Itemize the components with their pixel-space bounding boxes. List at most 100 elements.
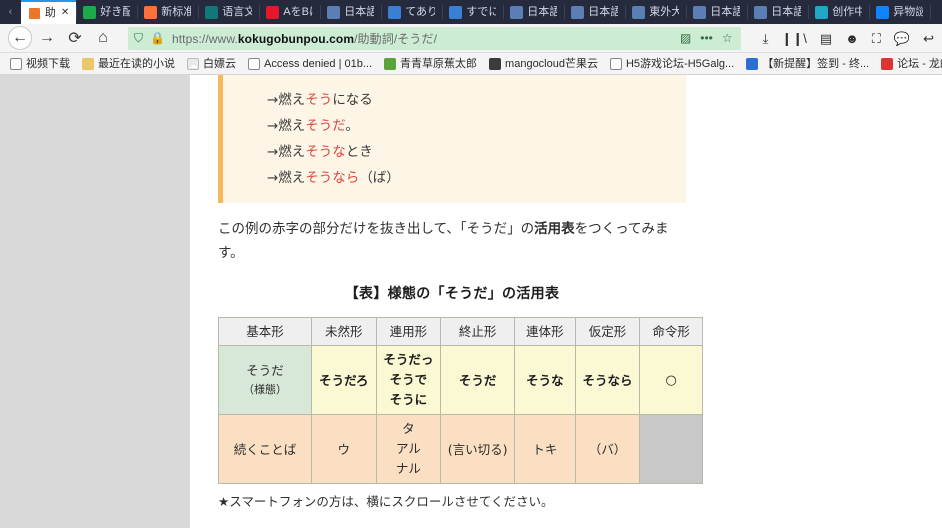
intro-text-1: この例の赤字の部分だけを抜き出して、「そうだ」の (218, 221, 535, 237)
smartphone-note: ★スマートフォンの方は、横にスクロールさせてください。 (218, 494, 554, 509)
table-row-forms: そうだ （様態） そうだろ そうだっ そうで そうに そうだ そうな そうなら … (218, 345, 703, 415)
screenshot-icon[interactable]: ⛶ (872, 32, 881, 45)
dragon-icon (881, 57, 894, 70)
example-line-prefix: →燃え (267, 170, 306, 186)
page-viewport: →燃えそうである→燃えそうになる→燃えそうだ。→燃えそうなとき→燃えそうなら（ば… (0, 75, 942, 528)
site-blue-icon (754, 5, 768, 19)
library-icon[interactable]: ❙❙\ (781, 32, 806, 45)
bookmark-item-7[interactable]: 【新提醒】签到 - 终... (740, 57, 875, 70)
browser-tab-4[interactable]: AをBに (259, 0, 320, 24)
back-button[interactable]: ← (8, 26, 32, 50)
bookmark-item-5[interactable]: mangocloud芒果云 (483, 57, 604, 70)
address-bar[interactable]: ⛉ 🔒 https://www.kokugobunpou.com/助動詞/そうだ… (128, 26, 741, 50)
browser-tab-6[interactable]: てあり (381, 0, 442, 24)
url-text: https://www.kokugobunpou.com/助動詞/そうだ/ (172, 30, 673, 47)
example-line-suffix: ある (346, 79, 373, 82)
browser-tab-title: 日本語 (527, 6, 558, 18)
tab-scroll-left-button[interactable]: ‹ (0, 0, 21, 24)
renyou-form-1: そうだっ (383, 352, 434, 367)
browser-tab-title: 日本語 (710, 6, 741, 18)
browser-tab-13[interactable]: 创作中 (808, 0, 869, 24)
browser-tab-15[interactable]: iData用 (930, 0, 942, 24)
comment-icon[interactable]: 💬 (894, 32, 910, 45)
qr-code-icon[interactable]: ▨ (680, 32, 691, 44)
browser-tab-11[interactable]: 日本語 (686, 0, 747, 24)
example-line-prefix: →燃え (267, 144, 306, 160)
intro-paragraph: この例の赤字の部分だけを抜き出して、「そうだ」の活用表をつくってみます。 (218, 217, 686, 265)
downloads-icon[interactable]: ⤓ (763, 32, 769, 45)
forum-icon (746, 57, 759, 70)
example-line-suffix: 。 (345, 118, 359, 134)
browser-tab-title: てあり (405, 6, 436, 18)
bookmark-item-8[interactable]: 论坛 - 龙的天空lkong... (875, 57, 942, 70)
browser-tab-12[interactable]: 日本語 (747, 0, 808, 24)
cell-kateikei-form: そうなら (574, 345, 641, 415)
bookmark-item-3[interactable]: ⊕ Access denied | 01b... (242, 57, 378, 70)
home-button[interactable]: ⌂ (90, 26, 116, 50)
cell-renyoukei-form: そうだっ そうで そうに (375, 345, 442, 415)
green-app-icon (83, 5, 97, 19)
browser-tab-title: 助 (44, 7, 56, 19)
example-line-highlight: そうで (305, 79, 345, 82)
example-line-suffix: とき (345, 144, 373, 160)
bookmark-item-2[interactable]: ☁ 白嫖云 (181, 57, 242, 70)
notebook-orange-icon (27, 6, 41, 20)
browser-tab-14[interactable]: 异物謎 (869, 0, 930, 24)
cell-rentaikei-follow: トキ (514, 414, 576, 484)
tracking-shield-icon[interactable]: ⛉ (134, 32, 143, 44)
account-icon[interactable]: ☻ (845, 32, 859, 45)
browser-tab-5[interactable]: 日本語 (320, 0, 381, 24)
teal-app-icon (205, 5, 219, 19)
browser-tab-3[interactable]: 语言文 (198, 0, 259, 24)
renyou-form-2: そうで (389, 372, 428, 387)
base-form-sub: （様態） (242, 383, 287, 396)
bookmark-item-4[interactable]: 青青草原蕉太郎 (378, 57, 483, 70)
browser-tab-title: すでに (466, 6, 497, 18)
cell-rentaikei-form: そうな (514, 345, 576, 415)
example-line-2: →燃えそうだ。 (223, 113, 686, 139)
forward-button[interactable]: → (34, 26, 60, 50)
example-line-suffix: （ば） (359, 170, 400, 186)
bookmark-item-6[interactable]: ⊕ H5游戏论坛-H5Galg... (604, 57, 740, 70)
none (937, 6, 942, 19)
bookmark-item-1[interactable]: 最近在读的小说 (76, 57, 181, 70)
browser-tab-2[interactable]: 新标准 (137, 0, 198, 24)
page-actions-menu-icon[interactable]: ••• (700, 32, 713, 44)
bookmarks-bar: ⊕ 视频下载 最近在读的小说 ☁ 白嫖云 ⊕ Access denied | 01b... 青… (0, 53, 942, 75)
browser-tab-1[interactable]: 好き配 (76, 0, 137, 24)
paw-blue-icon (388, 5, 402, 19)
table-caption: 【表】様態の「そうだ」の活用表 (344, 286, 560, 302)
browser-tab-title: 東外大 (649, 6, 680, 18)
browser-tab-title: 好き配 (100, 6, 131, 18)
browser-tab-title: 新标准 (161, 6, 192, 18)
table-header-cell-3: 終止形 (440, 317, 516, 346)
bookmark-star-icon[interactable]: ☆ (722, 32, 733, 44)
cell-following-words-label: 続くことば (218, 414, 312, 484)
browser-tab-0[interactable]: 助 ✕ (20, 0, 77, 24)
browser-tab-7[interactable]: すでに (442, 0, 503, 24)
intro-bold-katsuyohyo: 活用表 (534, 221, 575, 237)
undo-icon[interactable]: ↩ (923, 32, 934, 45)
close-icon[interactable]: ✕ (61, 8, 69, 18)
browser-tab-8[interactable]: 日本語 (503, 0, 564, 24)
example-conjugation-box: →燃えそうである→燃えそうになる→燃えそうだ。→燃えそうなとき→燃えそうなら（ば… (218, 75, 686, 203)
bookmark-item-0[interactable]: ⊕ 视频下载 (4, 57, 76, 70)
browser-tab-9[interactable]: 日本語 (564, 0, 625, 24)
table-header-cell-4: 連体形 (514, 317, 576, 346)
bookmark-label: 青青草原蕉太郎 (400, 57, 478, 70)
base-form-main: そうだ (246, 363, 284, 378)
example-line-0: →燃えそうである (223, 79, 686, 87)
browser-tab-10[interactable]: 東外大 (625, 0, 686, 24)
table-row-following-words: 続くことば ウ タ アル ナル (言い切る) トキ （バ） (218, 414, 703, 484)
bookmark-label: 白嫖云 (203, 57, 236, 70)
renyou-follow-3: ナル (395, 461, 421, 476)
globe-icon: ⊕ (248, 57, 260, 70)
cell-mizenkei-follow: ウ (310, 414, 377, 484)
browser-tab-strip: ‹ 助✕好き配新标准语言文AをBに日本語てありすでに日本語日本語東外大日本語日本… (0, 0, 942, 24)
reload-button[interactable]: ⟳ (62, 26, 88, 50)
sidebar-icon[interactable]: ▤ (820, 32, 832, 45)
zhihu-icon (876, 5, 890, 19)
table-header-cell-0: 基本形 (218, 317, 312, 346)
renyou-follow-1: タ (402, 421, 415, 436)
lock-icon[interactable]: 🔒 (150, 32, 165, 44)
